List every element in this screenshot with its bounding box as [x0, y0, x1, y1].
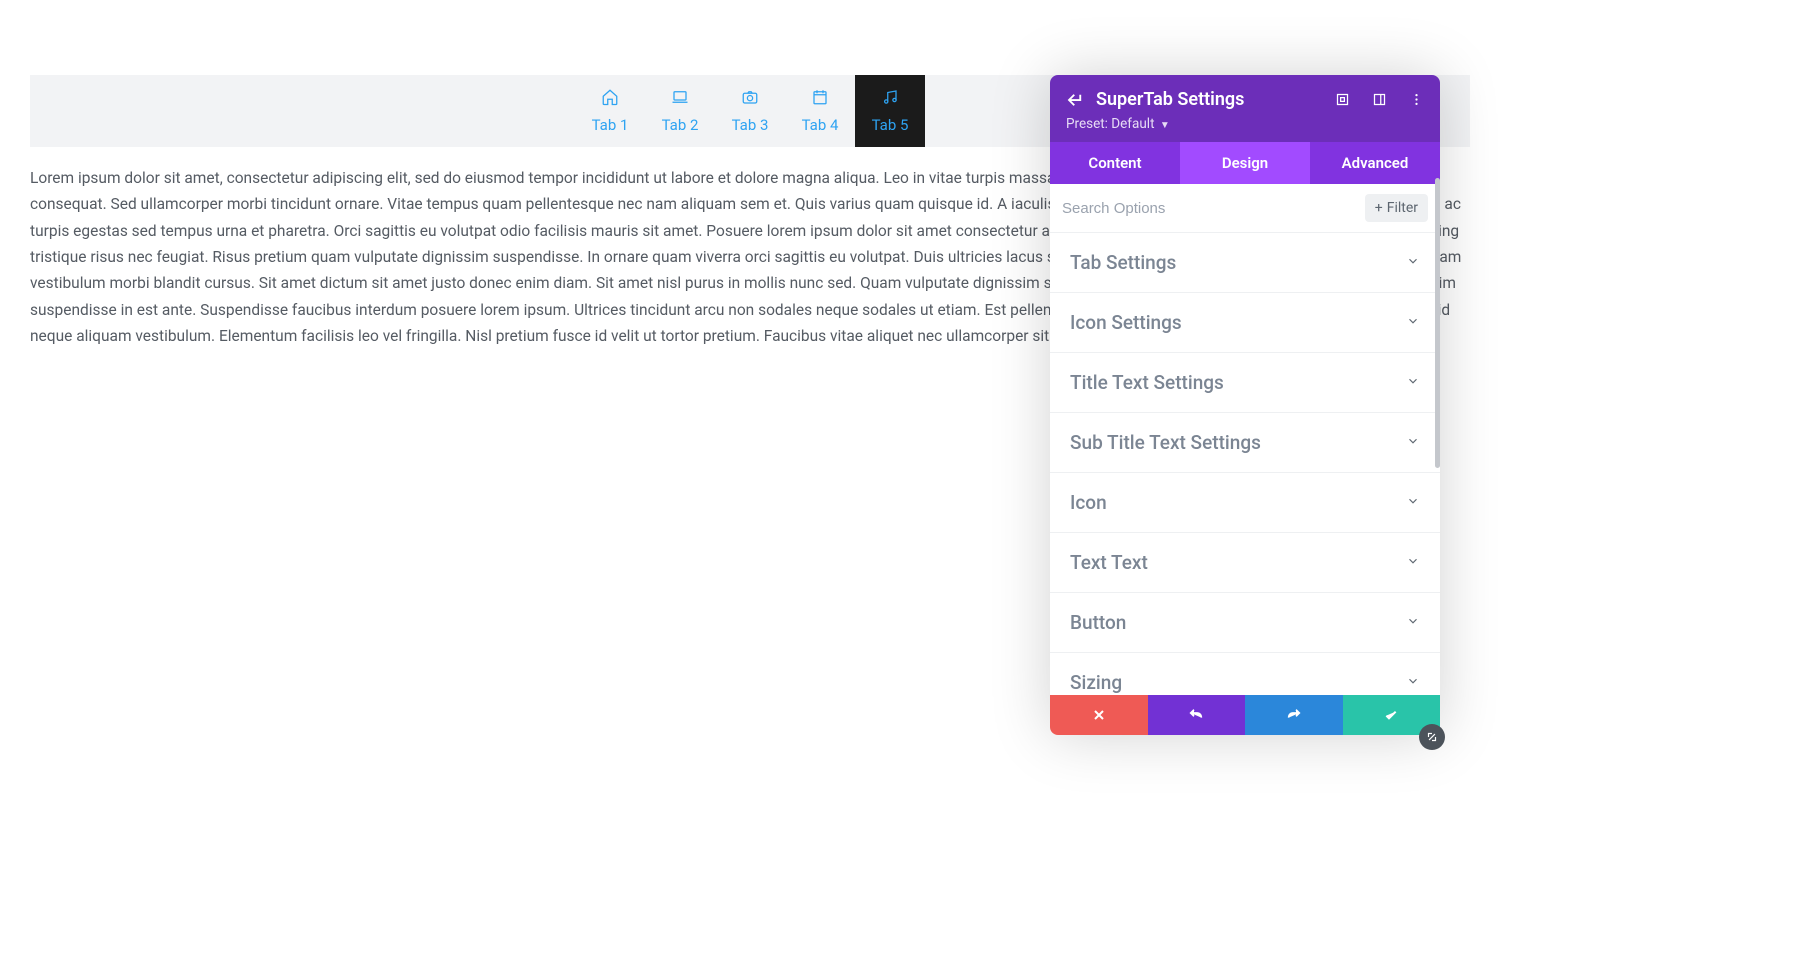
scrollbar-thumb[interactable] [1435, 178, 1440, 468]
section-title: Title Text Settings [1070, 371, 1224, 394]
home-icon [601, 88, 619, 110]
tab-content[interactable]: Content [1050, 142, 1180, 184]
calendar-icon [811, 88, 829, 110]
music-icon [881, 88, 899, 110]
panel-tabs: Content Design Advanced [1050, 142, 1440, 184]
section-icon[interactable]: Icon [1050, 473, 1440, 533]
filter-label: Filter [1387, 200, 1418, 216]
chevron-down-icon [1406, 553, 1420, 572]
section-title: Sizing [1070, 671, 1122, 694]
section-title: Icon [1070, 491, 1107, 514]
preset-label: Preset: Default [1066, 116, 1154, 132]
tab-label: Tab 2 [662, 116, 699, 134]
filter-button[interactable]: + Filter [1365, 194, 1428, 222]
expand-icon[interactable] [1335, 92, 1350, 107]
panel-header: SuperTab Settings Preset: Default ▼ [1050, 75, 1440, 142]
undo-button[interactable] [1148, 695, 1246, 735]
tab-4[interactable]: Tab 4 [785, 75, 855, 147]
search-bar: + Filter [1050, 184, 1440, 233]
redo-button[interactable] [1245, 695, 1343, 735]
chevron-down-icon [1406, 493, 1420, 512]
tab-label: Tab 1 [592, 116, 629, 134]
preset-selector[interactable]: Preset: Default ▼ [1066, 116, 1424, 132]
tab-2[interactable]: Tab 2 [645, 75, 715, 147]
panel-footer [1050, 695, 1440, 735]
chevron-down-icon [1406, 253, 1420, 272]
tab-3[interactable]: Tab 3 [715, 75, 785, 147]
section-title-text-settings[interactable]: Title Text Settings [1050, 353, 1440, 413]
tab-label: Tab 3 [732, 116, 769, 134]
back-icon[interactable] [1066, 91, 1084, 109]
panel-title: SuperTab Settings [1096, 89, 1335, 110]
section-title: Button [1070, 611, 1126, 634]
chevron-down-icon [1406, 373, 1420, 392]
tab-1[interactable]: Tab 1 [575, 75, 645, 147]
section-icon-settings[interactable]: Icon Settings [1050, 293, 1440, 353]
more-icon[interactable] [1409, 92, 1424, 107]
chevron-down-icon [1406, 613, 1420, 632]
tab-design[interactable]: Design [1180, 142, 1310, 184]
tab-label: Tab 5 [872, 116, 909, 134]
section-title: Sub Title Text Settings [1070, 431, 1261, 454]
chevron-down-icon [1406, 433, 1420, 452]
section-title: Text Text [1070, 551, 1148, 574]
section-sub-title-text-settings[interactable]: Sub Title Text Settings [1050, 413, 1440, 473]
chevron-down-icon [1406, 313, 1420, 332]
settings-panel: SuperTab Settings Preset: Default ▼ Cont… [1050, 75, 1440, 735]
layout-icon[interactable] [1372, 92, 1387, 107]
section-title: Tab Settings [1070, 251, 1176, 274]
section-title: Icon Settings [1070, 311, 1182, 334]
camera-icon [741, 88, 759, 110]
caret-down-icon: ▼ [1160, 120, 1170, 131]
section-button[interactable]: Button [1050, 593, 1440, 653]
laptop-icon [671, 88, 689, 110]
section-list[interactable]: Tab Settings Icon Settings Title Text Se… [1050, 233, 1440, 695]
section-sizing[interactable]: Sizing [1050, 653, 1440, 695]
cancel-button[interactable] [1050, 695, 1148, 735]
section-text-text[interactable]: Text Text [1050, 533, 1440, 593]
section-tab-settings[interactable]: Tab Settings [1050, 233, 1440, 293]
tab-advanced[interactable]: Advanced [1310, 142, 1440, 184]
tab-label: Tab 4 [802, 116, 839, 134]
search-input[interactable] [1062, 200, 1365, 217]
chevron-down-icon [1406, 673, 1420, 692]
tab-5[interactable]: Tab 5 [855, 75, 925, 147]
resize-handle[interactable] [1419, 724, 1445, 750]
plus-icon: + [1375, 200, 1383, 216]
